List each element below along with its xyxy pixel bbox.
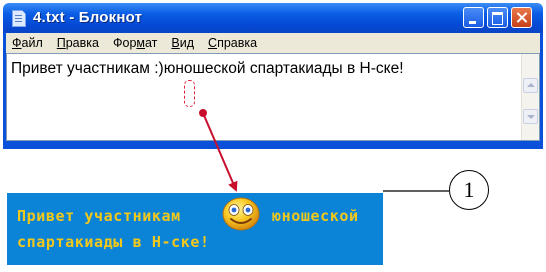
callout-number-1: 1 [449, 170, 489, 210]
smiley-code: :) [154, 60, 164, 77]
smiley-highlight-marker [184, 80, 195, 107]
menu-view[interactable]: Вид [171, 36, 194, 50]
menu-help[interactable]: Справка [208, 36, 257, 50]
rendered-banner: Привет участникам юношеской спартакиады … [7, 193, 383, 265]
text-editor[interactable]: Привет участникам :)юношеской спартакиад… [6, 53, 540, 141]
notepad-icon [12, 10, 26, 27]
scroll-down-arrow-icon[interactable] [523, 109, 538, 124]
banner-text-line2: спартакиады в Н-ске! [17, 233, 210, 251]
menu-edit[interactable]: Правка [57, 36, 99, 50]
menu-file[interactable]: Файл [12, 36, 43, 50]
smiley-emoticon-icon [222, 197, 260, 231]
title-bar[interactable]: 4.txt - Блокнот [3, 3, 543, 33]
menu-bar: Файл Правка Формат Вид Справка [6, 33, 540, 53]
window-title: 4.txt - Блокнот [33, 9, 143, 26]
banner-text-line1-right: юношеской [272, 207, 359, 225]
scroll-up-arrow-icon[interactable] [523, 78, 538, 93]
editor-content: Привет участникам :)юношеской спартакиад… [11, 60, 404, 77]
minimize-button[interactable] [463, 7, 484, 28]
vertical-scrollbar[interactable] [521, 54, 539, 140]
close-button[interactable] [511, 7, 532, 28]
maximize-button[interactable] [487, 7, 508, 28]
banner-text-line1-left: Привет участникам [17, 207, 181, 225]
notepad-window: 4.txt - Блокнот Файл Правка Формат Вид С… [3, 3, 543, 149]
menu-format[interactable]: Формат [113, 36, 157, 50]
